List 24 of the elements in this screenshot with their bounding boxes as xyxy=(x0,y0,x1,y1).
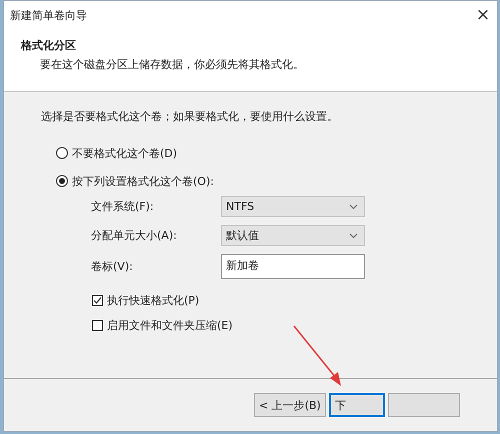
button[interactable]: < 上一步(B) xyxy=(254,393,326,417)
radio-button[interactable] xyxy=(56,175,68,187)
button[interactable]: 下 xyxy=(329,393,385,417)
field-label: 卷标(V): xyxy=(91,259,134,274)
chevron-down-icon xyxy=(349,232,358,238)
page-subtitle: 要在这个磁盘分区上储存数据，你必须先将其格式化。 xyxy=(40,57,305,72)
window-title: 新建简单卷向导 xyxy=(10,8,87,22)
chevron-down-icon xyxy=(349,204,358,210)
dropdown[interactable]: NTFS xyxy=(221,196,365,217)
checkbox[interactable] xyxy=(92,320,103,330)
radio-label[interactable]: 不要格式化这个卷(D) xyxy=(72,146,178,160)
annotation-arrow xyxy=(292,324,344,388)
close-button[interactable]: × xyxy=(469,2,497,28)
radio-label[interactable]: 按下列设置格式化这个卷(O): xyxy=(72,174,214,188)
checkbox-label[interactable]: 执行快速格式化(P) xyxy=(107,292,200,308)
instruction-text: 选择是否要格式化这个卷；如果要格式化，要使用什么设置。 xyxy=(41,109,339,124)
field-label: 分配单元大小(A): xyxy=(91,228,178,243)
page-title: 格式化分区 xyxy=(21,38,77,53)
radio-button[interactable] xyxy=(56,147,68,159)
dropdown[interactable]: 默认值 xyxy=(221,225,365,246)
checkbox[interactable] xyxy=(92,294,103,306)
input-field[interactable]: 新加卷 xyxy=(221,254,365,279)
field-label: 文件系统(F): xyxy=(91,199,155,214)
checkbox-label[interactable]: 启用文件和文件夹压缩(E) xyxy=(107,318,233,332)
